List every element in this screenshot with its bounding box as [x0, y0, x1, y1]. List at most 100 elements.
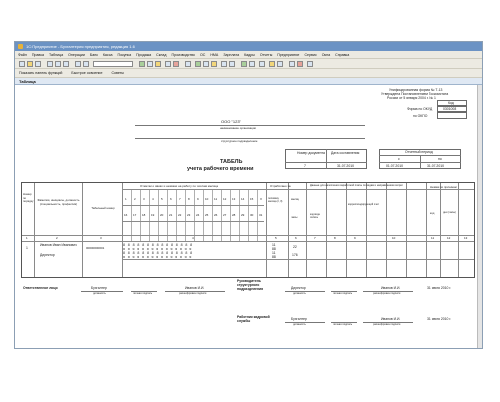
day-number: 27 [223, 213, 227, 217]
day-number: 2 [134, 197, 136, 201]
divider [122, 259, 474, 260]
divider [122, 183, 123, 277]
close-doc-icon[interactable] [297, 61, 303, 67]
report-icon[interactable] [221, 61, 227, 67]
menu-windows[interactable]: Окна [322, 53, 330, 57]
menu-hr[interactable]: Кадры [244, 53, 255, 57]
question-icon[interactable] [307, 61, 313, 67]
vertical-scrollbar[interactable] [477, 85, 482, 348]
marks-row-4: я я я я я я я я я я я я я я я [123, 255, 193, 259]
quick-start-button[interactable]: Быстрое освоение [71, 71, 102, 75]
title-bar: 1С:Предприятие - Бухгалтерия предприятия… [15, 42, 482, 51]
divider [131, 189, 132, 241]
menu-cash[interactable]: Касса [103, 53, 113, 57]
calc-icon[interactable] [139, 61, 145, 67]
document-subtitle: учета рабочего времени [187, 166, 254, 172]
save-icon[interactable] [35, 61, 41, 67]
menu-production[interactable]: Производство [172, 53, 195, 57]
col-tab-header: Табельный номер [91, 206, 115, 210]
day-number: 10 [205, 197, 209, 201]
reference-icon[interactable] [203, 61, 209, 67]
tips-button[interactable]: Советы [111, 71, 124, 75]
divider [230, 189, 231, 241]
column-number: 5 [275, 236, 277, 240]
zoom-icon[interactable] [259, 61, 265, 67]
okud-code: 0301008 [443, 107, 457, 111]
month-hours: 176 [292, 253, 298, 257]
caption-decode: расшифровка подписи [373, 292, 401, 295]
window-title: 1С:Предприятие - Бухгалтерия предприятия… [26, 44, 135, 49]
copy-icon[interactable] [55, 61, 61, 67]
divider [185, 189, 186, 241]
caption-position: должность [293, 292, 306, 295]
divider [82, 183, 83, 277]
menu-table[interactable]: Таблица [49, 53, 63, 57]
day-number: 23 [187, 213, 191, 217]
search-field[interactable] [93, 61, 133, 67]
divider [122, 189, 474, 190]
star-icon[interactable] [269, 61, 275, 67]
day-number: 8 [188, 197, 190, 201]
hr-date: 31 июля 2010 г. [427, 317, 452, 321]
folder-icon[interactable] [155, 61, 161, 67]
find-icon[interactable] [83, 61, 89, 67]
month-days: 22 [293, 245, 297, 249]
col-hours-label: часы [291, 215, 298, 219]
okud-label: Форма по ОКУД [407, 107, 433, 111]
mail-icon[interactable] [249, 61, 255, 67]
menu-operations[interactable]: Операции [68, 53, 85, 57]
open-icon[interactable] [27, 61, 33, 67]
column-number: 12 [447, 236, 451, 240]
caption-signature: личная подпись [333, 323, 353, 326]
window-icon[interactable] [289, 61, 295, 67]
menu-salary[interactable]: Зарплата [223, 53, 239, 57]
day-number: 28 [232, 213, 236, 217]
menu-edit[interactable]: Правка [32, 53, 44, 57]
menu-purchase[interactable]: Покупка [118, 53, 132, 57]
menu-reports[interactable]: Отчеты [260, 53, 272, 57]
divider [248, 189, 249, 241]
settings-icon[interactable] [229, 61, 235, 67]
journal-icon[interactable] [195, 61, 201, 67]
column-number: 7 [314, 236, 316, 240]
timesheet-table: Номер по порядку Фамилия, инициалы, долж… [21, 182, 475, 278]
paste-icon[interactable] [63, 61, 69, 67]
menu-warehouse[interactable]: Склад [156, 53, 166, 57]
user-icon[interactable] [277, 61, 283, 67]
menu-service[interactable]: Сервис [304, 53, 316, 57]
divider [122, 205, 264, 206]
help-icon[interactable] [185, 61, 191, 67]
employee-tab-number: 00000000001 [86, 246, 105, 250]
doc-date: 31.07.2010 [337, 164, 354, 168]
day-number: 12 [223, 197, 227, 201]
divider [167, 189, 168, 241]
menu-file[interactable]: Файл [18, 53, 27, 57]
cut-icon[interactable] [47, 61, 53, 67]
excel-icon[interactable] [241, 61, 247, 67]
document-tab[interactable]: Таблица [15, 78, 482, 85]
employee-position: Директор [40, 253, 55, 257]
menu-sale[interactable]: Продажа [136, 53, 151, 57]
app-icon [18, 44, 23, 49]
menu-bank[interactable]: Банк [90, 53, 98, 57]
caption-position: должность [293, 323, 306, 326]
undo-icon[interactable] [75, 61, 81, 67]
calendar-icon[interactable] [147, 61, 153, 67]
new-icon[interactable] [19, 61, 25, 67]
divider [440, 183, 441, 277]
menu-os[interactable]: ОС [200, 53, 205, 57]
menu-enterprise[interactable]: Предприятие [277, 53, 299, 57]
menu-nma[interactable]: НМА [210, 53, 218, 57]
stop-icon[interactable] [173, 61, 179, 67]
head-date: 31 июля 2010 г. [427, 286, 452, 290]
responsible-label: Ответственное лицо [23, 286, 58, 290]
document-icon[interactable] [211, 61, 217, 67]
show-functions-button[interactable]: Показать панель функций [19, 71, 62, 75]
col-name-header: Фамилия, инициалы, должность (специально… [37, 198, 80, 206]
column-number: 1 [26, 236, 28, 240]
caption-position: должность [93, 292, 106, 295]
day-number: 11 [214, 197, 218, 201]
print-icon[interactable] [165, 61, 171, 67]
divider [122, 221, 264, 222]
menu-help[interactable]: Справка [335, 53, 349, 57]
